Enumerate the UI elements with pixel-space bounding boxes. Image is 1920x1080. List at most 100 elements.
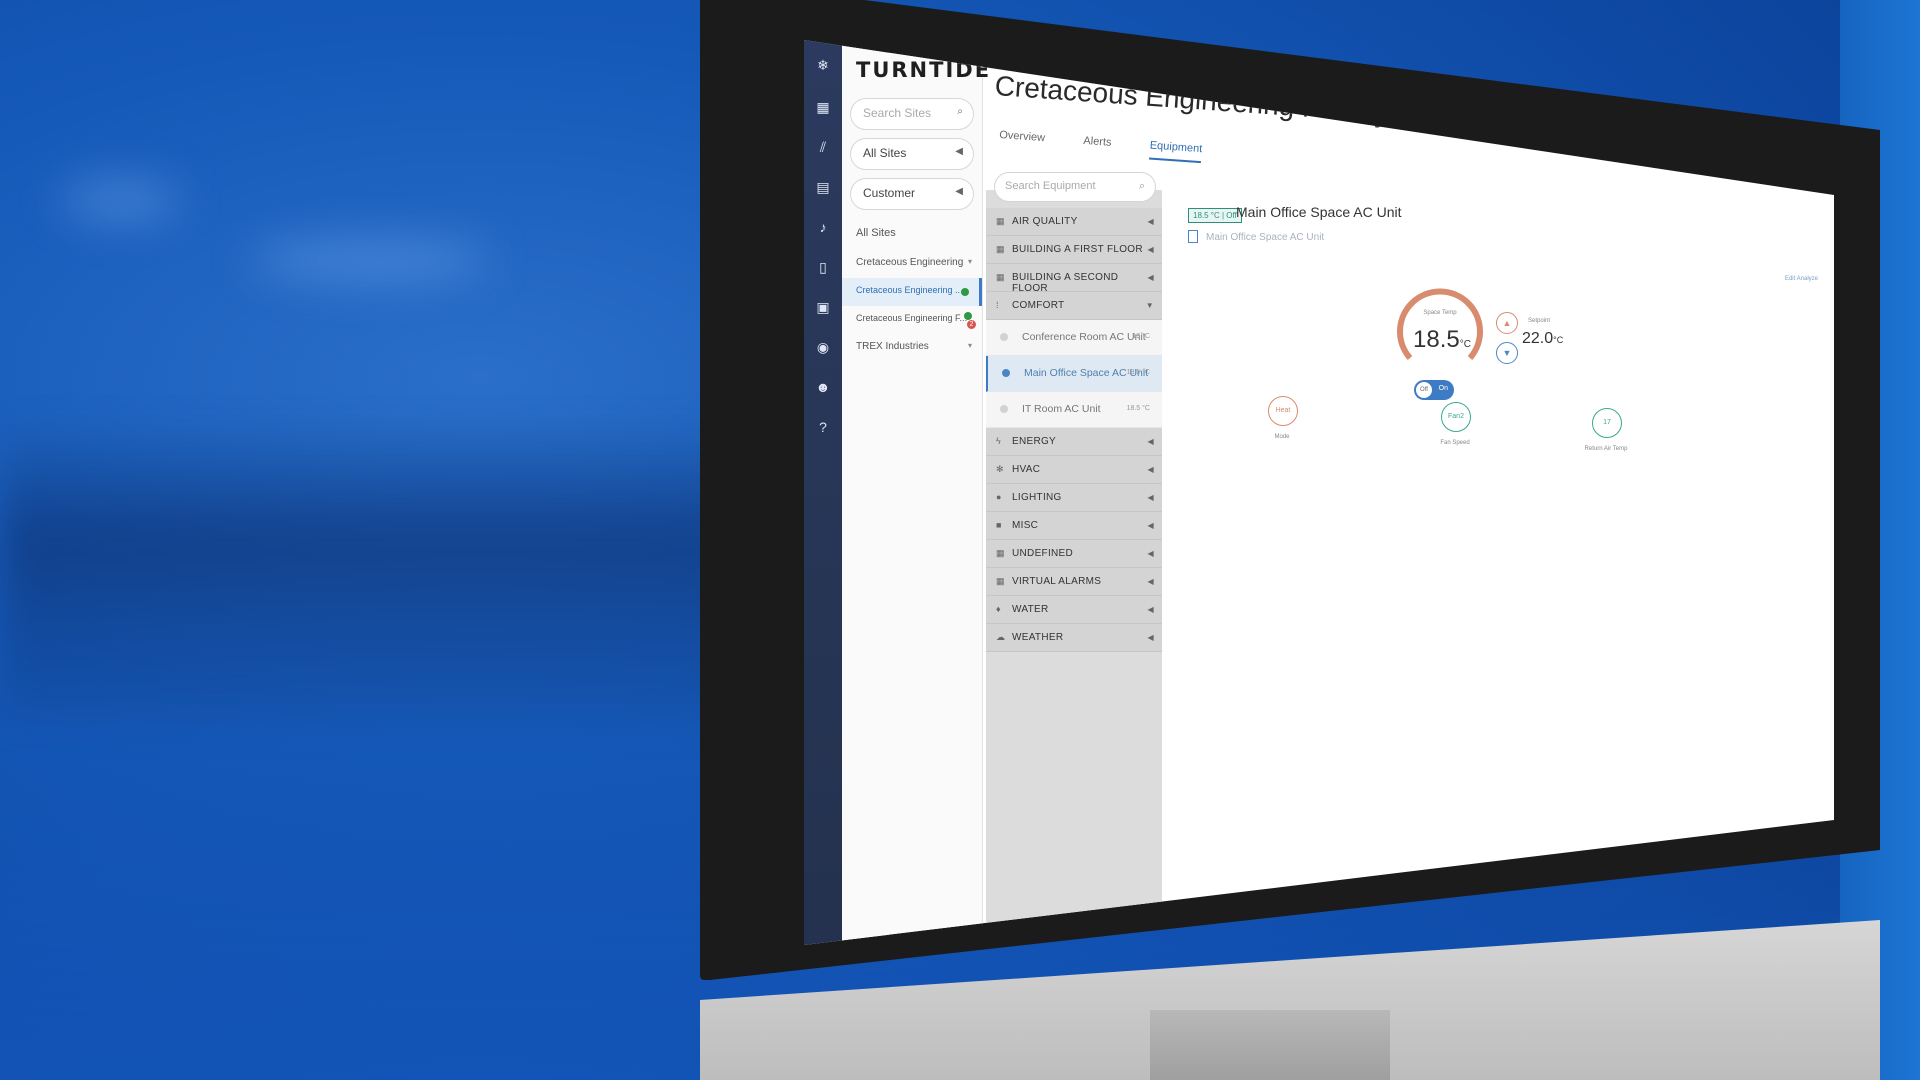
site-search-input[interactable]: Search Sites ⌕	[850, 98, 974, 130]
equipment-item-label: IT Room AC Unit	[1022, 403, 1101, 415]
category-air-quality[interactable]: ▦ AIR QUALITY ◀	[986, 208, 1162, 236]
user-icon[interactable]: ◉	[812, 336, 834, 358]
toggle-off-label: Off	[1416, 382, 1432, 398]
caret-left-icon: ◀	[1147, 605, 1154, 614]
clipboard-icon[interactable]: ▯	[812, 256, 834, 278]
equipment-item-temp: 19 °C	[1132, 333, 1150, 340]
site-label: Cretaceous Engineering ...	[856, 285, 963, 295]
caret-left-icon: ◀	[955, 146, 963, 157]
category-label: MISC	[1012, 520, 1039, 531]
radio-icon	[1000, 333, 1008, 341]
site-label: TREX Industries	[856, 341, 929, 352]
edit-analyze-tabs[interactable]: Edit Analyze	[1785, 276, 1818, 282]
all-sites-select[interactable]: All Sites ◀	[850, 138, 974, 170]
status-badge: 18.5 °C | Off	[1188, 208, 1242, 223]
setpoint-up-button[interactable]: ▲	[1496, 312, 1518, 334]
category-energy[interactable]: ϟ ENERGY ◀	[986, 428, 1162, 456]
caret-left-icon: ◀	[1147, 273, 1154, 282]
fan-icon: ✻	[996, 464, 1004, 474]
site-item[interactable]: All Sites	[842, 220, 982, 248]
caret-left-icon: ◀	[1147, 493, 1154, 502]
category-label: LIGHTING	[1012, 492, 1062, 503]
search-icon: ⌕	[1138, 180, 1145, 192]
help-icon[interactable]: ?	[812, 416, 834, 438]
return-air-temp-caption: Return Air Temp	[1584, 446, 1628, 452]
app-screen: ❄ ▦ ⫽ ▤ ♪ ▯ ▣ ◉ ☻ ? TURNTIDE Search Site…	[804, 40, 1834, 945]
site-item[interactable]: Cretaceous Engineering F... 2	[842, 306, 982, 334]
search-icon: ⌕	[957, 106, 963, 117]
category-label: UNDEFINED	[1012, 548, 1074, 559]
category-virtual-alarms[interactable]: ▦ VIRTUAL ALARMS ◀	[986, 568, 1162, 596]
category-lighting[interactable]: ● LIGHTING ◀	[986, 484, 1162, 512]
tab-equipment[interactable]: Equipment	[1148, 139, 1203, 164]
category-label: ENERGY	[1012, 436, 1057, 447]
snowflake-icon[interactable]: ❄	[812, 54, 834, 76]
return-air-temp-button[interactable]: 17	[1592, 408, 1622, 438]
category-label: AIR QUALITY	[1012, 216, 1078, 227]
category-hvac[interactable]: ✻ HVAC ◀	[986, 456, 1162, 484]
users-icon[interactable]: ☻	[812, 376, 834, 398]
equipment-item[interactable]: Conference Room AC Unit 19 °C	[986, 320, 1162, 356]
building-icon[interactable]: ▤	[812, 176, 834, 198]
power-toggle[interactable]: Off On	[1414, 380, 1454, 400]
document-icon	[1188, 230, 1198, 243]
category-comfort[interactable]: ⁞ COMFORT ▼	[986, 292, 1162, 320]
tab-overview[interactable]: Overview	[998, 129, 1046, 150]
category-label: COMFORT	[1012, 300, 1065, 311]
category-weather[interactable]: ☁ WEATHER ◀	[986, 624, 1162, 652]
site-item[interactable]: Cretaceous Engineering ▾	[842, 250, 982, 278]
category-undefined[interactable]: ▦ UNDEFINED ◀	[986, 540, 1162, 568]
equipment-search-placeholder: Search Equipment	[1005, 180, 1096, 192]
monitor-stand	[1150, 1010, 1390, 1080]
equipment-item[interactable]: IT Room AC Unit 18.5 °C	[986, 392, 1162, 428]
tab-bar: Overview Alerts Equipment	[998, 125, 1237, 166]
alert-count-badge: 2	[967, 320, 976, 329]
sites-sidebar: TURNTIDE Search Sites ⌕ All Sites ◀ Cust…	[842, 40, 989, 945]
thermometer-icon: ⁞	[996, 300, 999, 310]
fan-speed-button[interactable]: Fan2	[1441, 402, 1471, 432]
category-misc[interactable]: ■ MISC ◀	[986, 512, 1162, 540]
fan-speed-caption: Fan Speed	[1440, 440, 1470, 446]
tab-alerts[interactable]: Alerts	[1083, 135, 1112, 155]
caret-left-icon: ◀	[1147, 465, 1154, 474]
space-temp-number: 18.5	[1413, 326, 1460, 353]
category-label: BUILDING A FIRST FLOOR	[1012, 244, 1143, 255]
dashboard-icon[interactable]: ▦	[812, 96, 834, 118]
equipment-item-selected[interactable]: Main Office Space AC Unit 18.5 °C	[986, 356, 1162, 392]
setpoint-down-button[interactable]: ▼	[1496, 342, 1518, 364]
unit-name: Main Office Space AC Unit	[1236, 204, 1402, 220]
grid-icon: ▦	[996, 548, 1005, 558]
chart-icon[interactable]: ⫽	[812, 136, 834, 158]
status-ok-dot	[964, 312, 972, 320]
site-search-placeholder: Search Sites	[863, 106, 932, 120]
bell-icon[interactable]: ♪	[812, 216, 834, 238]
droplet-icon: ♦	[996, 604, 1001, 614]
site-item-selected[interactable]: Cretaceous Engineering ...	[842, 278, 982, 306]
temp-unit: °C	[1459, 339, 1471, 350]
grid-icon: ▦	[996, 272, 1005, 282]
background-blur	[0, 420, 760, 720]
equipment-item-label: Conference Room AC Unit	[1022, 331, 1146, 343]
mode-heat-label: Heat	[1275, 407, 1291, 414]
fan-speed-label: Fan2	[1448, 413, 1464, 420]
equipment-panel: Search Equipment ⌕ ▦ AIR QUALITY ◀ ▦ BUILDI…	[986, 172, 1162, 945]
calendar-icon[interactable]: ▣	[812, 296, 834, 318]
site-item[interactable]: TREX Industries ▾	[842, 334, 982, 362]
caret-down-icon: ▼	[1145, 301, 1154, 310]
setpoint-label: Setpoint	[1528, 318, 1551, 324]
return-air-temp-label: 17	[1603, 419, 1611, 426]
space-temp-gauge: Space Temp 18.5°C	[1392, 280, 1488, 376]
equipment-search-input[interactable]: Search Equipment ⌕	[994, 172, 1156, 202]
caret-left-icon: ◀	[1147, 217, 1154, 226]
category-water[interactable]: ♦ WATER ◀	[986, 596, 1162, 624]
mode-heat-button[interactable]: Heat	[1268, 396, 1298, 426]
radio-icon	[1000, 405, 1008, 413]
cloud-icon: ☁	[996, 632, 1006, 642]
category-building-a-second-floor[interactable]: ▦ BUILDING A SECOND FLOOR ◀	[986, 264, 1162, 294]
temp-unit: °C	[1553, 335, 1564, 345]
setpoint-value: 22.0°C	[1522, 330, 1563, 348]
customer-select[interactable]: Customer ◀	[850, 178, 974, 210]
category-building-a-first-floor[interactable]: ▦ BUILDING A FIRST FLOOR ◀	[986, 236, 1162, 264]
caret-left-icon: ◀	[1147, 577, 1154, 586]
radio-icon	[1002, 369, 1010, 377]
